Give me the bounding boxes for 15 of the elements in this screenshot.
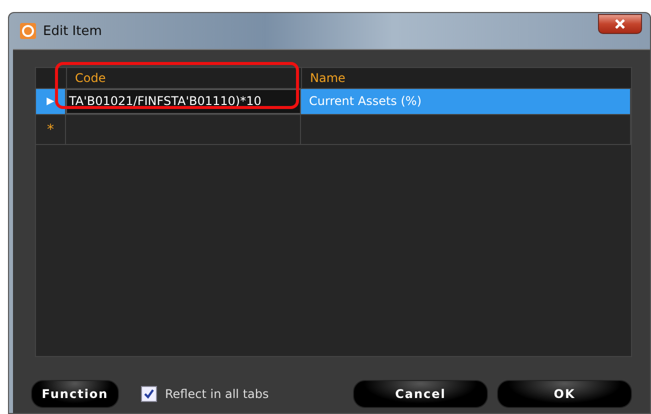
- cancel-button[interactable]: Cancel: [353, 380, 488, 408]
- checkbox[interactable]: [141, 386, 157, 402]
- column-header[interactable]: Name: [301, 68, 631, 88]
- app-icon: [19, 22, 37, 40]
- window-title: Edit Item: [43, 24, 102, 38]
- close-button[interactable]: [598, 14, 642, 34]
- table-row[interactable]: *: [36, 115, 631, 145]
- check-icon: [143, 388, 155, 400]
- ok-button[interactable]: OK: [497, 380, 632, 408]
- column-header[interactable]: Code: [66, 68, 301, 88]
- table-row[interactable]: ▶ TA'B01021/FINFSTA'B01110)*10 Current Assets (%): [36, 89, 631, 115]
- function-button[interactable]: Function: [31, 380, 119, 408]
- close-icon: [614, 19, 626, 29]
- table-cell: Current Assets (%): [301, 89, 631, 114]
- checkbox-label: Reflect in all tabs: [165, 387, 269, 401]
